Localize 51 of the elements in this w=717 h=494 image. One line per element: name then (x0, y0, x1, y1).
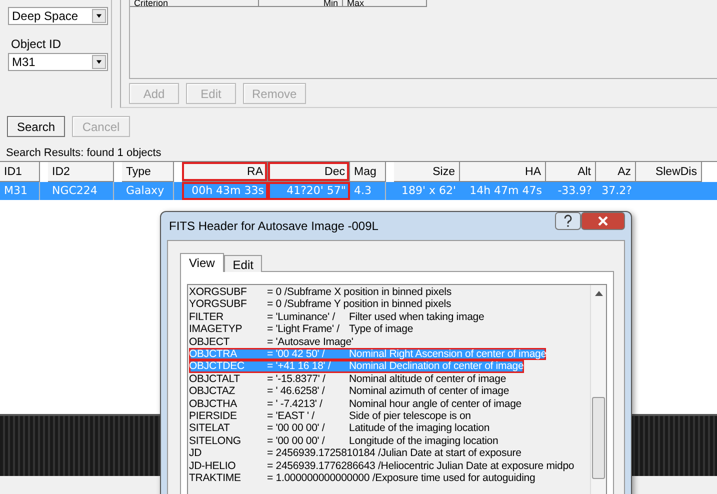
header-line[interactable]: JD = 2456939.1725810184 /Julian Date at start of exposure (189, 447, 522, 460)
column-header[interactable]: RA (182, 162, 268, 182)
header-line[interactable]: OBJECT = 'Autosave Image' (189, 336, 354, 348)
header-line[interactable]: YORGSUBF = 0 /Subframe Y position in binned pixels (189, 298, 452, 311)
column-header[interactable]: Az (596, 162, 636, 182)
table-cell: 4.3 (354, 184, 372, 197)
column-header[interactable]: HA (460, 162, 546, 182)
window-title: FITS Header for Autosave Image -009L (168, 219, 378, 233)
column-header[interactable]: Alt (546, 162, 596, 182)
header-line[interactable]: IMAGETYP = 'Light Frame' / Type of image (189, 323, 414, 336)
scroll-up-icon[interactable] (594, 291, 602, 296)
header-line[interactable]: SITELONG = '00 00 00' / Longitude of the imaging location (189, 434, 498, 448)
tab[interactable]: View (180, 253, 224, 272)
table-cell: 41?20' 57" (286, 184, 346, 197)
object-id-dropdown[interactable]: M31 (8, 53, 108, 71)
scrollbar[interactable] (590, 285, 606, 494)
table-cell: 189' x 62' (401, 184, 456, 197)
table-cell: 37.2? (602, 184, 632, 197)
column-header[interactable]: Size (394, 162, 460, 182)
action-button[interactable]: Search (7, 116, 65, 137)
category-dropdown[interactable]: Deep Space (8, 7, 108, 25)
header-line[interactable]: JD-HELIO = 2456939.1776286643 /Heliocentric Julian Date at exposure midpo (189, 460, 574, 472)
table-cell: NGC224 (52, 184, 98, 197)
help-icon[interactable] (555, 212, 581, 230)
column-header[interactable]: Type (122, 162, 174, 182)
close-icon[interactable] (581, 212, 625, 230)
table-cell: Galaxy (126, 184, 164, 197)
header-line[interactable]: FILTER = 'Luminance' / Filter used when taking image (189, 310, 484, 324)
header-line[interactable]: TRAKTIME = 1.000000000000000 /Exposure time used for autoguiding (189, 472, 536, 484)
table-cell: 14h 47m 47s (470, 184, 542, 197)
column-header[interactable]: ID1 (0, 162, 40, 182)
column-header[interactable]: ID2 (48, 162, 114, 182)
column-header[interactable]: Dec (268, 162, 350, 182)
header-line[interactable]: SITELAT = '00 00 00' / Latitude of the imaging location (189, 422, 490, 435)
object-id-label: Object ID (11, 37, 62, 51)
header-line[interactable]: OBJCTAZ = ' 46.6258' / Nominal azimuth of center of image (189, 385, 510, 398)
results-caption: Search Results: found 1 objects (6, 147, 162, 160)
column-header[interactable]: SlewDis (636, 162, 702, 182)
table-cell: -33.9? (558, 184, 592, 197)
tab[interactable]: Edit (224, 255, 262, 272)
header-line[interactable]: XORGSUBF = 0 /Subframe X position in binned pixels (189, 286, 452, 298)
scroll-thumb[interactable] (592, 397, 605, 479)
table-cell: 00h 43m 33s (192, 184, 264, 197)
caret-icon (92, 55, 106, 69)
caret-icon (92, 9, 106, 23)
header-line[interactable]: OBJCTHA = ' -7.4213' / Nominal hour angle of center of image (189, 398, 522, 410)
column-header[interactable]: Mag (350, 162, 386, 182)
column-header[interactable]: Max (343, 0, 427, 7)
header-line[interactable]: PIERSIDE = 'EAST ' / Side of pier telescope is on (189, 410, 471, 422)
table-cell: M31 (4, 184, 28, 197)
header-line[interactable]: OBJCTALT = '-15.8377' / Nominal altitude of center of image (189, 372, 506, 386)
